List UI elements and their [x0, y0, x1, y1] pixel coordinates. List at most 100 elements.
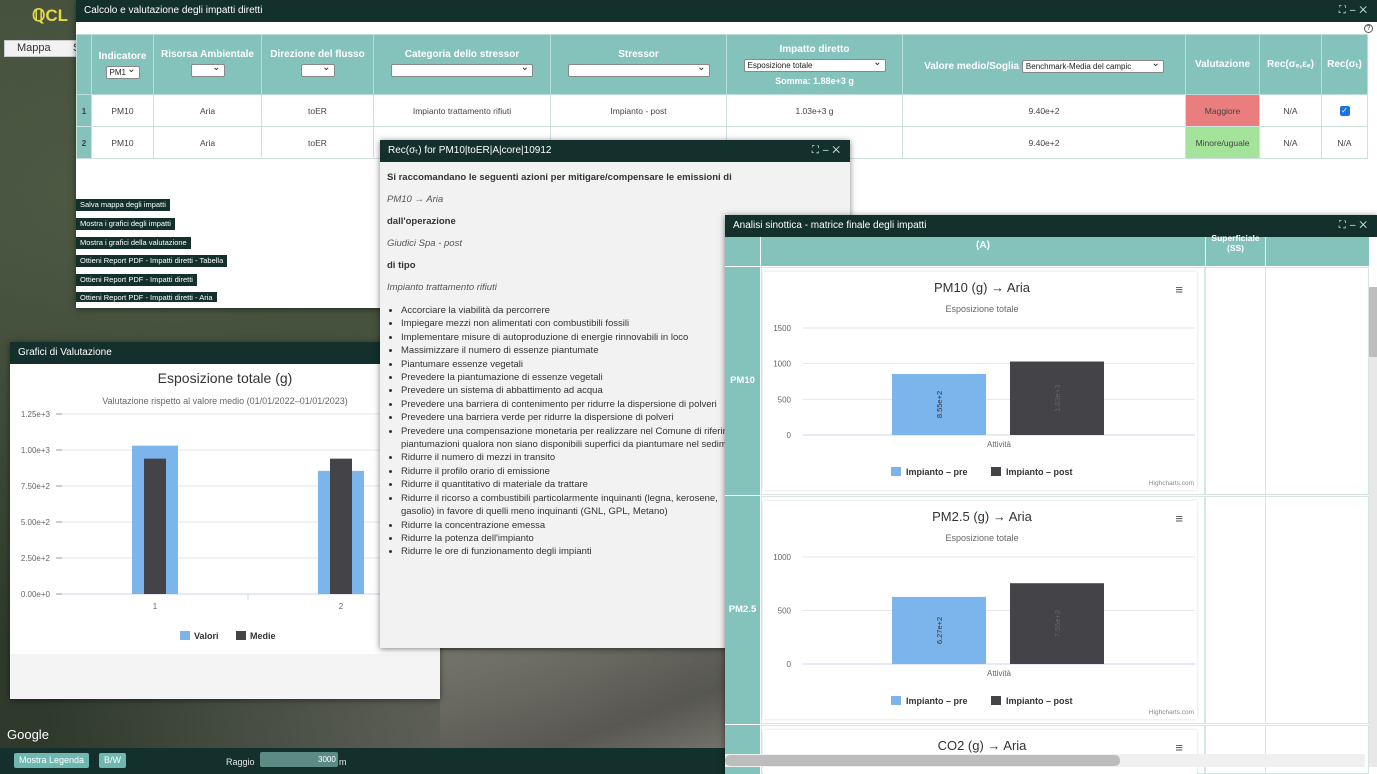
horizontal-scroll-thumb[interactable] [725, 755, 1120, 766]
minimize-icon[interactable]: – [1350, 5, 1360, 16]
vertical-scroll-thumb[interactable] [1369, 287, 1377, 357]
show-legend-button[interactable]: Mostra Legenda [14, 753, 90, 768]
impatto-select[interactable]: Esposizione totale [743, 57, 886, 72]
raggio-unit: m [339, 757, 347, 767]
y-tick-label: 1.25e+3 [21, 410, 51, 419]
x-tick-label: Attività [987, 440, 1012, 449]
risorsa-cell: Aria [153, 94, 262, 127]
chart-menu-icon: ≡ [1175, 282, 1183, 297]
col-ss-header-top: Superficiale [1211, 233, 1260, 243]
y-tick-label: 500 [778, 395, 792, 404]
close-icon[interactable]: ✕ [1359, 220, 1371, 231]
y-tick-label: 1000 [773, 553, 791, 562]
y-tick-label: 5.00e+2 [21, 518, 51, 527]
legend-item: Impianto – pre [906, 467, 968, 477]
table-row[interactable]: 1 PM10 Aria toER Impianto trattamento ri… [76, 94, 1368, 127]
pdf-report-table-button[interactable]: Ottieni Report PDF - Impatti diretti - T… [76, 255, 228, 267]
valutazione-cell: Maggiore [1185, 94, 1260, 127]
panel-title: Calcolo e valutazione degli impatti dire… [84, 5, 263, 16]
direzione-header: Direzione del flusso [261, 34, 374, 95]
direzione-cell: toER [261, 126, 374, 159]
chart-subtitle: Esposizione totale [945, 304, 1018, 314]
rec-emission: PM10 → Aria [387, 194, 444, 205]
x-tick-label: 2 [339, 602, 344, 611]
stressor-header-label: Stressor [618, 49, 659, 60]
show-impact-charts-button[interactable]: Mostra i grafici degli impatti [76, 218, 175, 230]
rownum-header [76, 34, 92, 95]
categoria-header: Categoria dello stressor [373, 34, 551, 95]
data-label: 8.55e+2 [935, 391, 944, 418]
chart-title: PM2.5 (g) → Aria [932, 509, 1032, 524]
co2-chart-box: CO2 (g) → Aria ≡ [763, 730, 1197, 774]
bw-button[interactable]: B/W [99, 753, 126, 768]
valore-medio-header-label: Valore medio/Soglia [924, 61, 1020, 72]
row-label-pm25: PM2.5 [725, 496, 760, 724]
direzione-select[interactable] [300, 62, 335, 77]
col-extra-header [1266, 237, 1369, 266]
y-tick-label: 0 [787, 660, 792, 669]
cell-pm25-extra [1265, 496, 1369, 724]
valore-cell: 9.40e+2 [902, 94, 1186, 127]
expand-icon[interactable]: ⛶ [812, 145, 823, 156]
y-tick-label: 0.00e+0 [21, 590, 51, 599]
indicatore-select[interactable]: PM1 [105, 64, 140, 79]
rec-intro: Si raccomandano le seguenti azioni per m… [387, 172, 732, 183]
indicatore-header: Indicatore PM1 [91, 34, 154, 95]
rec-checkbox[interactable]: ✓ [1339, 106, 1350, 116]
panel-title: Grafici di Valutazione [18, 347, 112, 358]
close-icon[interactable]: ✕ [832, 145, 844, 156]
window-controls: ⛶–✕ [1339, 215, 1371, 237]
rec-ot-header: Rec(σₜ) [1321, 34, 1368, 95]
expand-icon[interactable]: ⛶ [1339, 5, 1350, 16]
panel-header[interactable]: Grafici di Valutazione [10, 342, 440, 364]
legend-swatch [180, 631, 190, 640]
benchmark-select[interactable]: Benchmark-Media del campic [1021, 58, 1164, 73]
horizontal-scrollbar[interactable] [725, 754, 1365, 767]
legend-item: Impianto – post [1006, 696, 1073, 706]
somma-label: Somma: 1.88e+3 g [775, 75, 854, 86]
panel-header[interactable]: Analisi sinottica - matrice finale degli… [725, 215, 1377, 237]
chart-menu-icon: ≡ [1175, 511, 1183, 526]
save-map-button[interactable]: Salva mappa degli impatti [76, 199, 170, 211]
col-a-header: (A) [761, 237, 1205, 266]
direzione-cell: toER [261, 94, 374, 127]
minimize-icon[interactable]: – [823, 145, 833, 156]
risorsa-select[interactable] [190, 62, 225, 77]
y-tick-label: 0 [787, 431, 792, 440]
stressor-cell: Impianto - post [550, 94, 727, 127]
legend-swatch [891, 467, 901, 476]
pdf-report-button[interactable]: Ottieni Report PDF - Impatti diretti [76, 274, 197, 286]
row-label-pm10: PM10 [725, 267, 760, 495]
risorsa-header-label: Risorsa Ambientale [161, 49, 254, 60]
pdf-report-aria-button[interactable]: Ottieni Report PDF - Impatti diretti - A… [76, 292, 217, 302]
panel-title: Rec(σₜ) for PM10|toER|A|core|10912 [388, 145, 552, 156]
pm10-chart: PM10 (g) → Aria ≡ Esposizione totale 0 500 10… [773, 280, 1195, 487]
help-icon[interactable]: ? [1364, 24, 1373, 33]
risorsa-header: Risorsa Ambientale [153, 34, 262, 95]
panel-header[interactable]: Rec(σₜ) for PM10|toER|A|core|10912 ⛶–✕ [380, 140, 850, 162]
matrix-grid: (A) Superficiale (SS) PM10 PM2.5 PM10 (g)… [725, 233, 1377, 774]
legend-item: Impianto – post [1006, 467, 1073, 477]
chart-title: PM10 (g) → Aria [934, 280, 1031, 295]
logo-icon: ℚ [32, 6, 46, 25]
chart-subtitle: Valutazione rispetto al valore medio (01… [102, 396, 348, 406]
stressor-select[interactable] [567, 62, 710, 77]
data-label: 1.03e+3 [1053, 385, 1062, 412]
legend-item: Valori [194, 631, 219, 641]
show-evaluation-charts-button[interactable]: Mostra i grafici della valutazione [76, 237, 191, 249]
stressor-header: Stressor [550, 34, 727, 95]
panel-header[interactable]: Calcolo e valutazione degli impatti dire… [76, 0, 1377, 22]
expand-icon[interactable]: ⛶ [1339, 220, 1350, 231]
window-controls: ⛶–✕ [1339, 0, 1371, 22]
y-tick-label: 1500 [773, 324, 791, 333]
vertical-scrollbar[interactable] [1369, 287, 1377, 767]
cell-pm25-ss [1205, 496, 1266, 724]
close-icon[interactable]: ✕ [1359, 5, 1371, 16]
rec-ot-cell[interactable]: ✓ [1321, 94, 1368, 127]
minimize-icon[interactable]: – [1350, 220, 1360, 231]
map-tab[interactable]: MappaS [4, 40, 80, 57]
data-label: 6.27e+2 [935, 617, 944, 644]
categoria-select[interactable] [391, 62, 533, 77]
valore-medio-header: Valore medio/Soglia Benchmark-Media del … [902, 34, 1186, 95]
direzione-header-label: Direzione del flusso [270, 49, 365, 60]
